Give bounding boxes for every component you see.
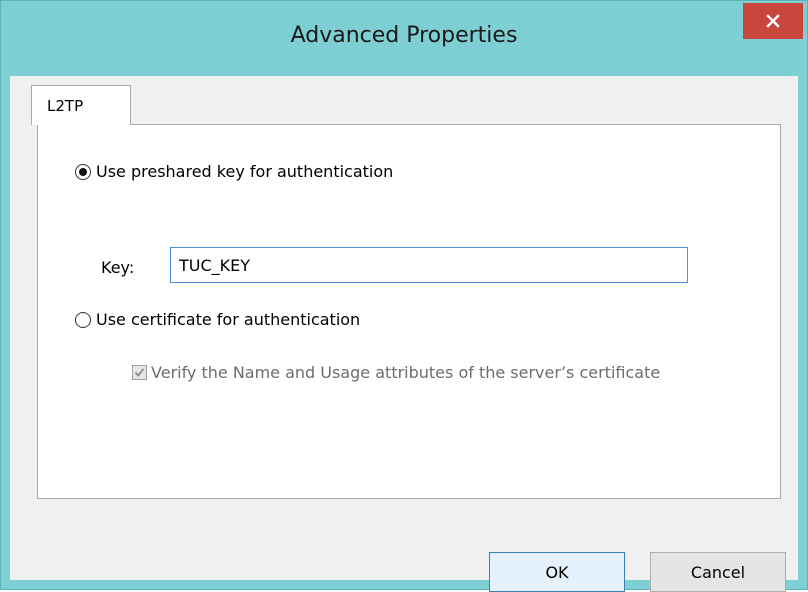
key-input[interactable] [170, 247, 688, 283]
preshared-key-option[interactable]: Use preshared key for authentication [75, 162, 393, 181]
window-title: Advanced Properties [290, 23, 518, 48]
certificate-label: Use certificate for authentication [96, 310, 361, 329]
verify-certificate-option[interactable]: Verify the Name and Usage attributes of … [132, 363, 660, 382]
verify-checkbox[interactable] [132, 365, 147, 380]
key-label: Key: [101, 258, 135, 277]
close-icon [766, 14, 780, 28]
tab-l2tp[interactable]: L2TP [31, 85, 131, 125]
tab-panel: Use preshared key for authentication Key… [37, 124, 781, 499]
preshared-key-radio[interactable] [75, 163, 91, 180]
dialog-client-area: L2TP Use preshared key for authenticatio… [10, 76, 798, 592]
ok-button[interactable]: OK [489, 552, 625, 592]
certificate-option[interactable]: Use certificate for authentication [75, 310, 360, 329]
verify-label: Verify the Name and Usage attributes of … [151, 363, 661, 382]
certificate-radio[interactable] [75, 311, 91, 328]
tab-label: L2TP [47, 97, 84, 115]
checkmark-icon [134, 368, 145, 377]
dialog-window: Advanced Properties L2TP Use preshared k… [0, 0, 808, 592]
close-button[interactable] [743, 3, 803, 39]
preshared-key-label: Use preshared key for authentication [96, 162, 394, 181]
cancel-button[interactable]: Cancel [650, 552, 786, 592]
